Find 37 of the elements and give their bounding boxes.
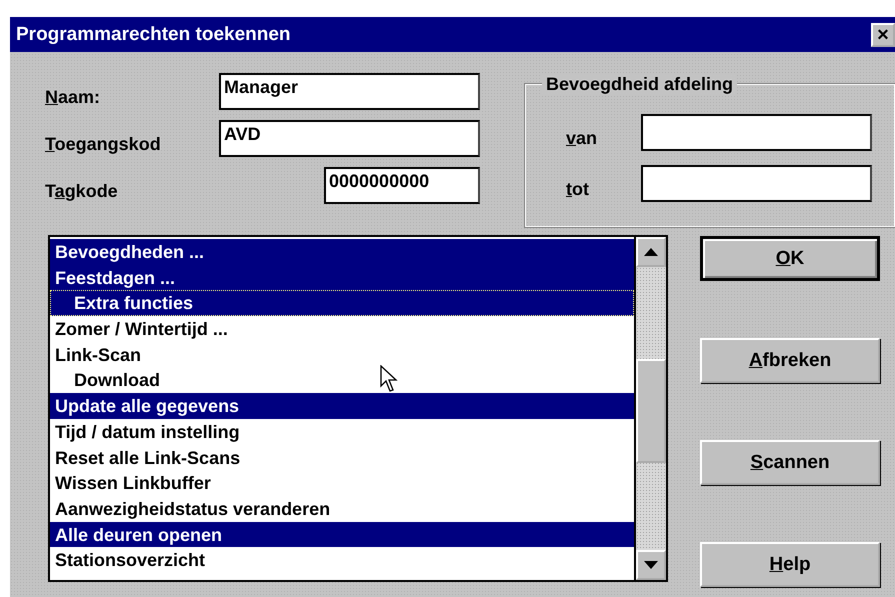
field-label: tot: [565, 179, 589, 201]
list-item[interactable]: Alle deuren openen: [50, 522, 634, 548]
field-label: Tagkode: [44, 181, 118, 203]
list-item[interactable]: Wissen Linkbuffer: [50, 470, 634, 496]
pointer-icon: [380, 365, 398, 393]
field-label: Naam:: [44, 87, 100, 109]
group-title: Bevoegdheid afdeling: [542, 74, 738, 95]
down-arrow-icon: [644, 561, 658, 569]
scrollbar[interactable]: [634, 237, 666, 580]
list-item[interactable]: Reset alle Link-Scans: [50, 444, 634, 470]
dialog-button[interactable]: Help: [700, 542, 880, 587]
text-field[interactable]: [641, 165, 872, 202]
list-item[interactable]: Download: [50, 367, 634, 394]
scroll-down-button[interactable]: [636, 550, 666, 580]
scroll-up-button[interactable]: [636, 237, 666, 267]
list-item[interactable]: Aanwezigheidstatus veranderen: [50, 496, 634, 522]
field-label: van: [565, 128, 598, 150]
text-field[interactable]: Manager: [219, 73, 480, 110]
up-arrow-icon: [644, 248, 658, 256]
list-item[interactable]: Zomer / Wintertijd ...: [50, 316, 634, 342]
list-item[interactable]: Bevoegdheden ...: [50, 239, 634, 265]
dialog-button[interactable]: OK: [700, 236, 880, 281]
field-label: Toegangskod: [44, 134, 161, 156]
close-button[interactable]: ×: [871, 22, 895, 46]
text-field[interactable]: [641, 114, 872, 151]
scroll-thumb[interactable]: [636, 359, 666, 463]
list-item[interactable]: Link-Scan: [50, 342, 634, 368]
list-item[interactable]: Extra functies: [50, 290, 634, 316]
dialog-button[interactable]: Afbreken: [700, 338, 880, 383]
window-title: Programmarechten toekennen: [16, 24, 291, 46]
text-field[interactable]: AVD: [219, 120, 480, 157]
list-item[interactable]: Update alle gegevens: [50, 393, 634, 419]
dialog-button[interactable]: Scannen: [700, 440, 880, 485]
text-field[interactable]: 0000000000: [324, 167, 480, 204]
list-item[interactable]: Tijd / datum instelling: [50, 418, 634, 444]
list-item[interactable]: Stationsoverzicht: [50, 547, 634, 573]
list-item[interactable]: Feestdagen ...: [50, 264, 634, 290]
